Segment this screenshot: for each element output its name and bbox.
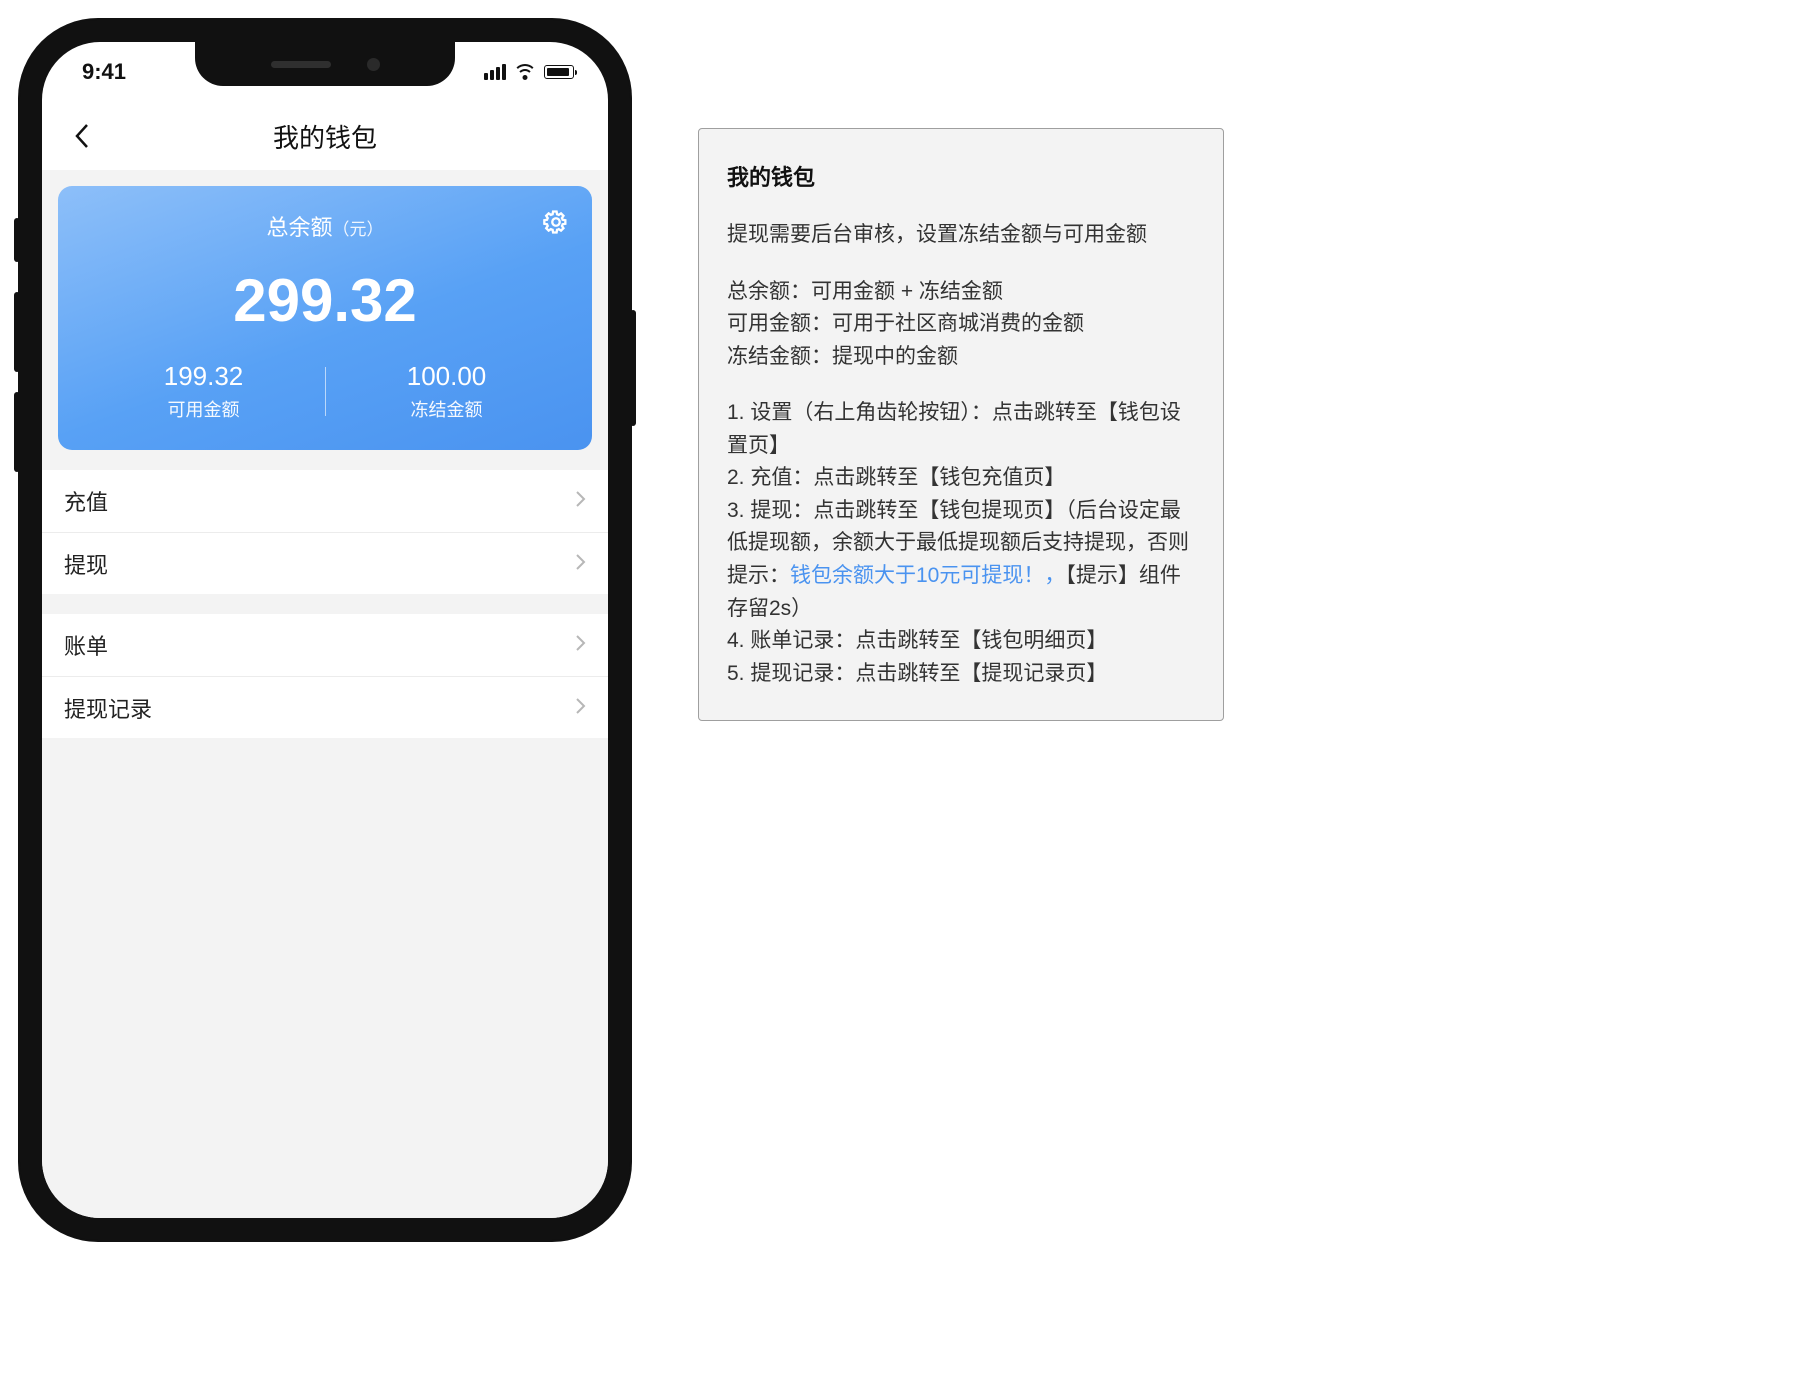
chevron-left-icon xyxy=(74,123,90,149)
battery-icon xyxy=(544,65,574,79)
annotation-def: 可用金额：可用于社区商城消费的金额 xyxy=(727,308,1195,341)
nav-bar: 我的钱包 xyxy=(42,102,608,170)
row-withdraw-log[interactable]: 提现记录 xyxy=(42,676,608,738)
list-group-records: 账单 提现记录 xyxy=(42,614,608,738)
annotation-highlight: 钱包余额大于10元可提现！， xyxy=(790,564,1065,587)
status-time: 9:41 xyxy=(82,59,126,85)
balance-frozen-value: 100.00 xyxy=(325,361,568,392)
annotation-item: 5. 提现记录：点击跳转至【提现记录页】 xyxy=(727,658,1195,691)
annotation-title: 我的钱包 xyxy=(727,161,1195,195)
phone-notch xyxy=(195,42,455,86)
row-label: 充值 xyxy=(64,485,108,517)
chevron-right-icon xyxy=(575,551,586,577)
signal-icon xyxy=(484,64,506,80)
row-label: 提现记录 xyxy=(64,692,152,724)
page-body: 我的钱包 总余额（元） 299.32 xyxy=(42,102,608,1218)
row-bill[interactable]: 账单 xyxy=(42,614,608,676)
chevron-right-icon xyxy=(575,695,586,721)
balance-frozen-label: 冻结金额 xyxy=(325,396,568,422)
balance-title: 总余额（元） xyxy=(82,210,568,242)
balance-title-main: 总余额 xyxy=(266,215,332,240)
page-title: 我的钱包 xyxy=(273,118,377,155)
settings-button[interactable] xyxy=(542,208,570,241)
balance-available: 199.32 可用金额 xyxy=(82,361,325,422)
earpiece xyxy=(271,61,331,68)
phone-side-button xyxy=(630,310,636,426)
chevron-right-icon xyxy=(575,488,586,514)
phone-screen: 9:41 我的钱包 xyxy=(42,42,608,1218)
gear-icon xyxy=(542,208,570,236)
annotation-def: 总余额：可用金额 + 冻结金额 xyxy=(727,276,1195,309)
row-recharge[interactable]: 充值 xyxy=(42,470,608,532)
annotation-item: 3. 提现：点击跳转至【钱包提现页】（后台设定最低提现额，余额大于最低提现额后支… xyxy=(727,495,1195,625)
annotation-def: 冻结金额：提现中的金额 xyxy=(727,341,1195,374)
front-camera xyxy=(367,58,380,71)
balance-available-value: 199.32 xyxy=(82,361,325,392)
annotation-defs: 总余额：可用金额 + 冻结金额 可用金额：可用于社区商城消费的金额 冻结金额：提… xyxy=(727,276,1195,374)
annotation-panel: 我的钱包 提现需要后台审核，设置冻结金额与可用金额 总余额：可用金额 + 冻结金… xyxy=(698,128,1224,721)
status-icons xyxy=(484,64,574,80)
balance-available-label: 可用金额 xyxy=(82,396,325,422)
phone-side-button xyxy=(14,218,20,262)
balance-frozen: 100.00 冻结金额 xyxy=(325,361,568,422)
annotation-list: 1. 设置（右上角齿轮按钮）：点击跳转至【钱包设置页】 2. 充值：点击跳转至【… xyxy=(727,397,1195,690)
row-label: 账单 xyxy=(64,629,108,661)
annotation-item: 1. 设置（右上角齿轮按钮）：点击跳转至【钱包设置页】 xyxy=(727,397,1195,462)
annotation-intro: 提现需要后台审核，设置冻结金额与可用金额 xyxy=(727,219,1195,252)
phone-side-button xyxy=(14,392,20,472)
balance-title-unit: （元） xyxy=(333,220,384,239)
row-withdraw[interactable]: 提现 xyxy=(42,532,608,594)
balance-card: 总余额（元） 299.32 199.32 可用金额 100.00 冻结金额 xyxy=(58,186,592,450)
balance-total: 299.32 xyxy=(82,266,568,335)
chevron-right-icon xyxy=(575,632,586,658)
annotation-item: 4. 账单记录：点击跳转至【钱包明细页】 xyxy=(727,625,1195,658)
phone-side-button xyxy=(14,292,20,372)
list-group-actions: 充值 提现 xyxy=(42,470,608,594)
back-button[interactable] xyxy=(60,102,104,170)
phone-frame: 9:41 我的钱包 xyxy=(20,20,630,1240)
wifi-icon xyxy=(514,64,536,80)
row-label: 提现 xyxy=(64,548,108,580)
annotation-item: 2. 充值：点击跳转至【钱包充值页】 xyxy=(727,462,1195,495)
